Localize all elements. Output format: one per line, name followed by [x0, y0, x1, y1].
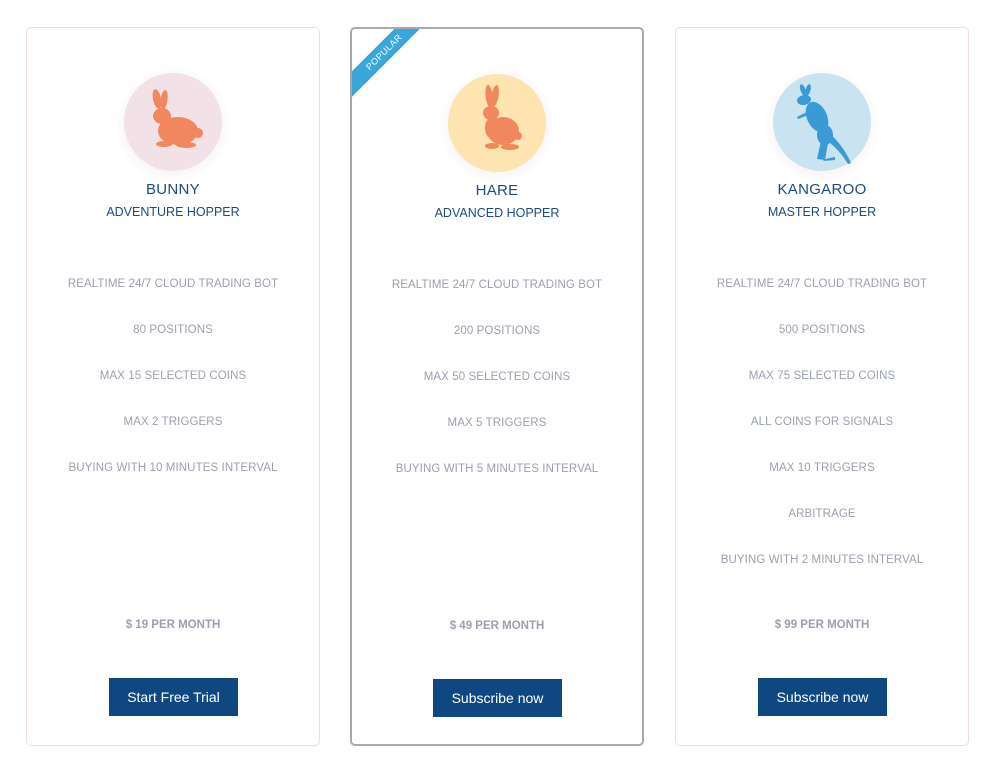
plan-name: HARE — [475, 182, 519, 199]
popular-badge: POPULAR — [352, 29, 433, 101]
start-free-trial-button[interactable]: Start Free Trial — [109, 678, 238, 716]
feature-item: MAX 5 TRIGGERS — [447, 417, 547, 429]
feature-item: ARBITRAGE — [788, 508, 856, 520]
kangaroo-icon — [773, 73, 871, 171]
feature-item: MAX 50 SELECTED COINS — [423, 371, 571, 383]
plan-price: $ 99 PER MONTH — [774, 619, 870, 631]
plan-card-kangaroo: KANGAROO MASTER HOPPER REALTIME 24/7 CLO… — [675, 27, 969, 746]
plan-subtitle: ADVANCED HOPPER — [434, 206, 560, 220]
feature-item: MAX 2 TRIGGERS — [123, 416, 223, 428]
plan-name: KANGAROO — [777, 181, 867, 198]
feature-item: MAX 75 SELECTED COINS — [748, 370, 896, 382]
plan-card-hare: POPULAR HARE ADVANCED HOPPER REALTIME 24… — [350, 27, 644, 746]
popular-ribbon: POPULAR — [352, 29, 442, 119]
plan-card-bunny: BUNNY ADVENTURE HOPPER REALTIME 24/7 CLO… — [26, 27, 320, 746]
feature-item: REALTIME 24/7 CLOUD TRADING BOT — [67, 278, 279, 290]
feature-item: BUYING WITH 10 MINUTES INTERVAL — [68, 462, 278, 474]
feature-item: BUYING WITH 5 MINUTES INTERVAL — [395, 463, 599, 475]
feature-list: REALTIME 24/7 CLOUD TRADING BOT 80 POSIT… — [27, 278, 319, 508]
rabbit-icon — [124, 73, 222, 171]
feature-item: ALL COINS FOR SIGNALS — [750, 416, 894, 428]
feature-item: REALTIME 24/7 CLOUD TRADING BOT — [716, 278, 928, 290]
plan-price: $ 49 PER MONTH — [449, 620, 545, 632]
feature-item: MAX 10 TRIGGERS — [769, 462, 875, 474]
feature-item: REALTIME 24/7 CLOUD TRADING BOT — [391, 279, 603, 291]
plan-subtitle: ADVENTURE HOPPER — [106, 205, 240, 219]
feature-list: REALTIME 24/7 CLOUD TRADING BOT 200 POSI… — [352, 279, 642, 509]
feature-item: BUYING WITH 2 MINUTES INTERVAL — [720, 554, 924, 566]
subscribe-now-button[interactable]: Subscribe now — [758, 678, 887, 716]
feature-item: MAX 15 SELECTED COINS — [99, 370, 247, 382]
plan-price: $ 19 PER MONTH — [125, 619, 221, 631]
feature-item: 500 POSITIONS — [778, 324, 866, 336]
plan-subtitle: MASTER HOPPER — [767, 205, 877, 219]
plan-name: BUNNY — [145, 181, 200, 198]
feature-item: 200 POSITIONS — [453, 325, 541, 337]
feature-list: REALTIME 24/7 CLOUD TRADING BOT 500 POSI… — [676, 278, 968, 600]
feature-item: 80 POSITIONS — [133, 324, 213, 336]
subscribe-now-button[interactable]: Subscribe now — [433, 679, 562, 717]
hare-icon — [448, 74, 546, 172]
